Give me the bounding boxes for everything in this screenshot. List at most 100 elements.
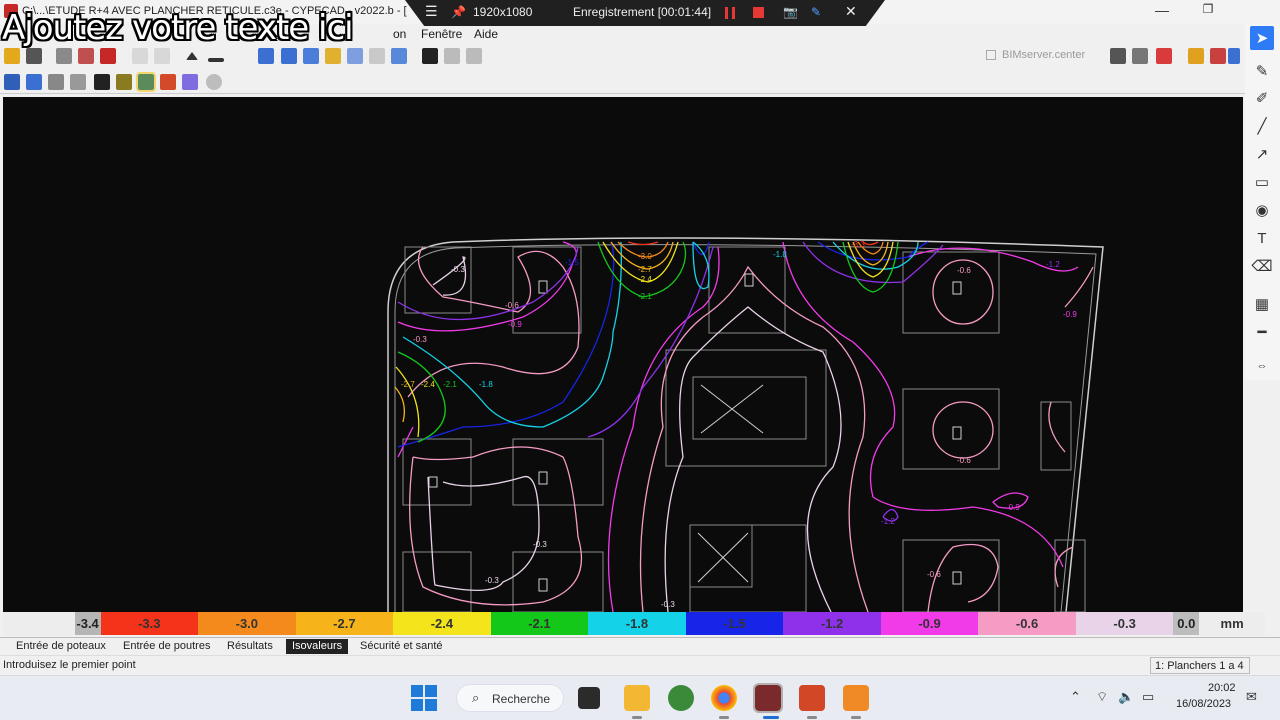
legend-cell: -0.3 <box>1075 612 1174 635</box>
print-icon[interactable] <box>56 48 72 64</box>
minimize-button[interactable]: — <box>1150 2 1174 22</box>
redo-icon[interactable] <box>154 48 170 64</box>
contour-label: -0.9 <box>1006 503 1020 512</box>
tab-securite-sante[interactable]: Sécurité et santé <box>354 639 449 654</box>
taskbar-search[interactable]: ⌕ Recherche <box>456 684 564 712</box>
running-indicator <box>851 716 861 719</box>
highlighter-icon[interactable]: ✐ <box>1250 86 1274 110</box>
slab-grid-icon[interactable] <box>94 74 110 90</box>
recorder-app-icon[interactable] <box>843 685 869 711</box>
contour-label: -1.2 <box>1046 260 1060 269</box>
share-icon[interactable] <box>1132 48 1148 64</box>
zoom-previous-icon[interactable] <box>325 48 341 64</box>
recorder-camera-icon[interactable]: 📷 <box>783 5 798 19</box>
clock-time[interactable]: 20:02 <box>1208 682 1236 694</box>
redraw-icon[interactable] <box>391 48 407 64</box>
menu-item-partial[interactable]: on <box>393 27 406 41</box>
rectangle-icon[interactable]: ▭ <box>1250 170 1274 194</box>
zoom-all-icon[interactable] <box>281 48 297 64</box>
tab-isovaleurs[interactable]: Isovaleurs <box>286 639 349 654</box>
values-icon[interactable] <box>160 74 176 90</box>
legend-cell: -0.9 <box>880 612 979 635</box>
help-icon[interactable] <box>1228 48 1240 64</box>
zoom-out-icon[interactable] <box>347 48 363 64</box>
clock-date[interactable]: 16/08/2023 <box>1176 698 1231 710</box>
chrome-icon[interactable] <box>711 685 737 711</box>
menu-item-fenetre[interactable]: Fenêtre <box>421 27 462 41</box>
open-folder-icon[interactable] <box>4 48 20 64</box>
recorder-close-icon[interactable]: ✕ <box>845 3 857 20</box>
view-eye-icon[interactable] <box>206 74 222 90</box>
coordinate-icon[interactable] <box>466 48 482 64</box>
floor-group-field[interactable]: 1: Planchers 1 a 4 <box>1150 657 1250 674</box>
legend-cell: -3.4 <box>74 612 101 635</box>
recorder-menu-icon[interactable]: ☰ <box>425 3 438 20</box>
dimension-icon[interactable] <box>444 48 460 64</box>
layers-icon[interactable] <box>422 48 438 64</box>
floor-down-icon[interactable] <box>208 58 224 62</box>
pen-icon[interactable]: ✎ <box>1250 59 1274 83</box>
plugin-icon[interactable] <box>1156 48 1172 64</box>
contour-label: -0.3 <box>451 265 465 274</box>
drawing-canvas[interactable]: -0.3 -0.6 -0.9 -3.0 -2.7 -2.4 -2.1 -3.3 … <box>3 97 1243 612</box>
windows-start-icon[interactable] <box>411 685 437 711</box>
contour-label: -0.9 <box>1063 310 1077 319</box>
select-cursor-icon[interactable]: ➤ <box>1250 26 1274 50</box>
cross-mesh-icon[interactable] <box>70 74 86 90</box>
recorder-pen-icon[interactable]: ✎ <box>811 5 821 19</box>
running-indicator <box>807 716 817 719</box>
pencil-icon[interactable] <box>182 74 198 90</box>
cypecad-taskbar-icon[interactable] <box>753 683 783 713</box>
report-icon[interactable] <box>78 48 94 64</box>
blur-icon[interactable]: ▦ <box>1250 292 1274 316</box>
export-icon[interactable] <box>1110 48 1126 64</box>
line-width-icon[interactable]: ━ <box>1250 320 1274 344</box>
tab-entree-poteaux[interactable]: Entrée de poteaux <box>10 639 112 654</box>
recorder-pause-icon[interactable] <box>725 7 735 19</box>
speaker-icon[interactable]: 🔈 <box>1118 689 1134 705</box>
menu-item-aide[interactable]: Aide <box>474 27 498 41</box>
save-icon[interactable] <box>26 48 42 64</box>
tab-entree-poutres[interactable]: Entrée de poutres <box>117 639 216 654</box>
active-indicator <box>763 716 779 719</box>
cloud-icon[interactable] <box>1188 48 1204 64</box>
notification-icon[interactable]: ✉ <box>1246 689 1257 705</box>
isovalue-settings-icon[interactable] <box>136 72 156 92</box>
maximize-button[interactable]: ❐ <box>1196 2 1220 22</box>
update-icon[interactable] <box>1210 48 1226 64</box>
undo-icon[interactable] <box>132 48 148 64</box>
zoom-in-icon[interactable] <box>303 48 319 64</box>
arrow-icon[interactable]: ↗ <box>1250 142 1274 166</box>
legend-unit: mm <box>1199 612 1265 635</box>
deformed-view-icon[interactable] <box>4 74 20 90</box>
status-bar: Introduisez le premier point 1: Plancher… <box>0 655 1280 675</box>
eraser-icon[interactable]: ⌫ <box>1250 254 1274 278</box>
file-explorer-icon[interactable] <box>624 685 650 711</box>
powerpoint-icon[interactable] <box>799 685 825 711</box>
contour-label: -1.8 <box>479 380 493 389</box>
chevron-up-icon[interactable]: ⌃ <box>1070 689 1081 705</box>
recorder-pin-icon[interactable]: 📌 <box>451 5 466 19</box>
globe-app-icon[interactable] <box>668 685 694 711</box>
reticular-grid-icon[interactable] <box>116 74 132 90</box>
expand-panel-icon[interactable]: ⇔ <box>1250 354 1274 378</box>
task-view-icon[interactable] <box>578 687 600 709</box>
wifi-icon[interactable]: ⌔ <box>1096 689 1108 705</box>
magnet-icon[interactable] <box>100 48 116 64</box>
floor-up-icon[interactable] <box>186 52 198 60</box>
zoom-window-icon[interactable] <box>258 48 274 64</box>
grid-mesh-icon[interactable] <box>48 74 64 90</box>
contour-label: -0.6 <box>957 266 971 275</box>
pan-hand-icon[interactable] <box>369 48 385 64</box>
legend-cell: -2.1 <box>490 612 589 635</box>
isolines-icon[interactable] <box>26 74 42 90</box>
text-tool-icon[interactable]: T <box>1250 226 1274 250</box>
recorder-stop-icon[interactable] <box>753 7 764 18</box>
bimserver-label[interactable]: BIMserver.center <box>1002 49 1085 61</box>
running-indicator <box>719 716 729 719</box>
palette-icon[interactable]: ◉ <box>1250 198 1274 222</box>
battery-icon[interactable]: ▭ <box>1142 689 1154 705</box>
tab-resultats[interactable]: Résultats <box>221 639 279 654</box>
line-icon[interactable]: ╱ <box>1250 114 1274 138</box>
contour-label: -0.6 <box>505 301 519 310</box>
